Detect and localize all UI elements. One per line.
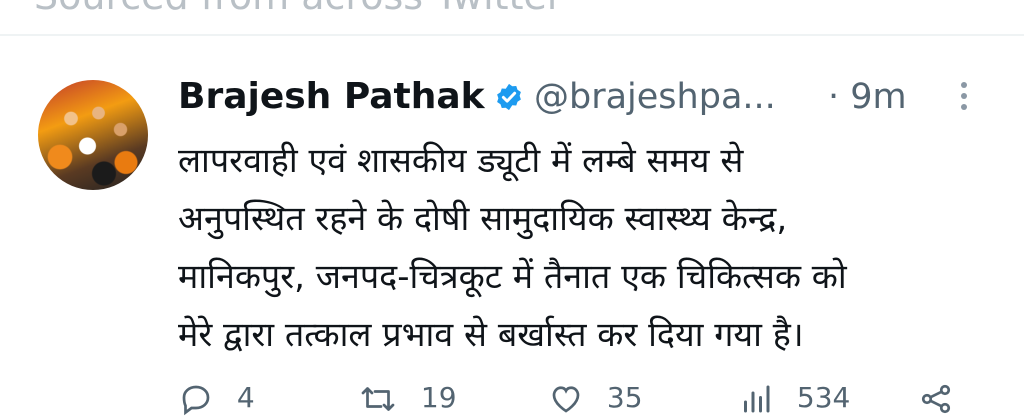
like-button[interactable]: 35 (548, 378, 643, 418)
author-name[interactable]: Brajesh Pathak (178, 72, 485, 122)
share-button[interactable] (918, 378, 954, 418)
tweet-line: मेरे द्वारा तत्काल प्रभाव से बर्खास्त कर… (178, 315, 804, 355)
top-banner-text: Sourced from across Twitter (34, 0, 562, 18)
like-count: 35 (606, 381, 643, 414)
avatar[interactable] (38, 80, 148, 190)
tweet-line: अनुपस्थित रहने के दोषी सामुदायिक स्वास्थ… (178, 199, 788, 239)
author-handle[interactable]: @brajeshpa... (534, 72, 776, 122)
tweet-line: मानिकपुर, जनपद-चित्रकूट में तैनात एक चिक… (178, 257, 847, 297)
share-icon (921, 384, 951, 414)
reply-count: 4 (236, 381, 255, 414)
tweet-actions: 4 19 35 534 (178, 378, 978, 418)
retweet-icon (361, 387, 395, 411)
heart-icon (552, 386, 580, 413)
more-options-icon[interactable] (958, 82, 970, 116)
tweet-header: Brajesh Pathak @brajeshpa... · 9m (178, 72, 1018, 122)
reply-icon (182, 385, 210, 416)
divider (0, 34, 1024, 36)
views-count: 534 (796, 381, 851, 414)
tweet-time[interactable]: · 9m (828, 72, 907, 122)
tweet-text: लापरवाही एवं शासकीय ड्यूटी में लम्बे समय… (178, 132, 1008, 364)
retweet-button[interactable]: 19 (358, 378, 457, 418)
views-button[interactable]: 534 (738, 378, 850, 418)
reply-button[interactable]: 4 (178, 378, 255, 418)
tweet-line: लापरवाही एवं शासकीय ड्यूटी में लम्बे समय… (178, 141, 744, 181)
views-icon (744, 385, 770, 413)
verified-badge-icon (497, 83, 521, 111)
retweet-count: 19 (420, 381, 457, 414)
